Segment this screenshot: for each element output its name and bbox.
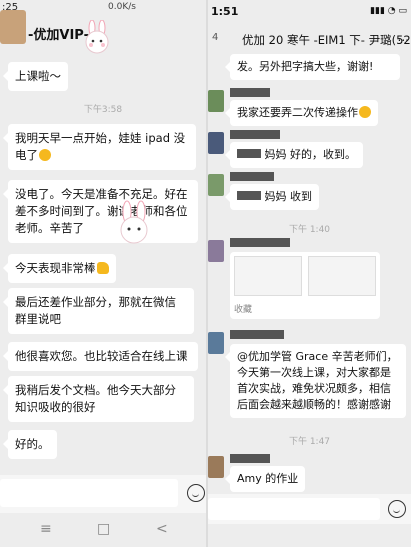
bunny-sticker-icon [120, 200, 148, 244]
menu-nav-icon[interactable]: ≡ [40, 521, 52, 537]
input-bar [0, 475, 206, 513]
avatar[interactable] [208, 174, 224, 196]
sender-name [230, 130, 280, 142]
message-input[interactable] [208, 498, 380, 520]
message-input[interactable] [0, 479, 178, 507]
message-bubble[interactable]: @优加学管 Grace 辛苦老师们，今天第一次线上课，对大家都是首次实战，难免状… [225, 344, 406, 418]
message-bubble[interactable]: 我家还要弄二次传递操作 [225, 100, 378, 126]
message-bubble[interactable]: 我明天早一点开始，娃娃 ipad 没电了 [3, 124, 196, 170]
message-text: 妈妈 好的，收到。 [264, 148, 357, 161]
avatar[interactable] [208, 90, 224, 112]
sender-name [230, 238, 290, 250]
chat-title: 优加 20 寒午 -EIM1 下- 尹璐(52) [242, 33, 411, 47]
left-chat-pane: :25 0.0K/s -优加VIP- 上课啦～ 下午3:58 我明天早一点开始，… [0, 0, 206, 547]
message-text: 没电了。今天是准备不充足。好在差不多时间到了。谢谢老师和各位老师。辛苦了 [15, 187, 188, 235]
message-bubble[interactable]: 他很喜欢您。也比较适合在线上课 [3, 342, 198, 371]
emoji-icon [359, 106, 371, 118]
right-chat-pane: 1:51 ▮▮▮ ◔ ▭ 4 优加 20 寒午 -EIM1 下- 尹璐(52) … [206, 0, 411, 547]
message-text: 上课啦～ [15, 69, 61, 83]
message-bubble[interactable]: 最后还差作业部分，那就在微信群里说吧 [3, 288, 194, 334]
message-text: 今天表现非常棒 [15, 261, 96, 275]
message-text: 他很喜欢您。也比较适合在线上课 [15, 349, 188, 363]
favorite-label: 收藏 [234, 305, 253, 315]
more-icon[interactable]: ... [398, 30, 409, 44]
system-nav-bar: ≡ □ < [0, 513, 206, 547]
worksheet-thumbnails[interactable] [234, 256, 376, 296]
message-text: Amy 的作业 [237, 472, 299, 485]
avatar[interactable] [0, 10, 26, 44]
avatar[interactable] [208, 132, 224, 154]
thumbs-up-icon [96, 262, 109, 274]
emoji-icon [39, 149, 51, 161]
message-text: 好的。 [15, 437, 50, 451]
message-text: 最后还差作业部分，那就在微信群里说吧 [15, 295, 176, 326]
image-message-card[interactable]: 收藏 [230, 252, 380, 319]
message-bubble[interactable]: 妈妈 好的，收到。 [225, 142, 363, 168]
message-bubble[interactable]: 我稍后发个文档。他今天大部分知识吸收的很好 [3, 376, 194, 422]
network-speed: 0.0K/s [108, 2, 136, 12]
avatar[interactable] [208, 456, 224, 478]
status-bar: :25 0.0K/s [0, 0, 206, 16]
message-bubble[interactable]: 妈妈 收到 [225, 184, 319, 210]
status-time: 1:51 [211, 5, 239, 18]
message-bubble[interactable]: 今天表现非常棒 [3, 254, 116, 283]
message-text: 发。另外把字搞大些，谢谢! [237, 60, 374, 73]
message-bubble[interactable]: Amy 的作业 [224, 466, 306, 492]
avatar[interactable] [208, 240, 224, 262]
timestamp: 下午 1:47 [288, 437, 331, 447]
message-text: 我家还要弄二次传递操作 [237, 106, 358, 119]
sender-name [230, 330, 284, 342]
timestamp: 下午3:58 [83, 105, 123, 115]
chat-header: -优加VIP- [0, 10, 206, 54]
message-text: 我稍后发个文档。他今天大部分知识吸收的很好 [15, 383, 176, 414]
emoji-button-icon[interactable] [187, 484, 205, 502]
bunny-sticker-icon [85, 20, 109, 54]
home-nav-icon[interactable]: □ [97, 521, 110, 537]
avatar[interactable] [208, 332, 224, 354]
message-bubble[interactable]: 没电了。今天是准备不充足。好在差不多时间到了。谢谢老师和各位老师。辛苦了 [3, 180, 198, 243]
chat-header: 4 优加 20 寒午 -EIM1 下- 尹璐(52) ... [208, 22, 411, 56]
message-bubble[interactable]: 上课啦～ [3, 62, 68, 91]
sender-name [230, 88, 270, 100]
message-bubble[interactable]: 发。另外把字搞大些，谢谢! [225, 54, 400, 80]
sender-name [230, 454, 270, 466]
back-nav-icon[interactable]: < [156, 521, 168, 537]
chat-title: -优加VIP- [28, 28, 89, 43]
emoji-button-icon[interactable] [388, 500, 406, 518]
status-bar: 1:51 ▮▮▮ ◔ ▭ [208, 0, 411, 22]
message-text: 妈妈 收到 [264, 190, 313, 203]
timestamp: 下午 1:40 [288, 225, 331, 235]
signal-wifi-battery-icon: ▮▮▮ ◔ ▭ [370, 6, 407, 16]
message-text: @优加学管 Grace 辛苦老师们，今天第一次线上课，对大家都是首次实战，难免状… [237, 350, 398, 411]
unread-badge[interactable]: 4 [212, 32, 218, 43]
input-bar [208, 494, 411, 524]
message-bubble[interactable]: 好的。 [3, 430, 57, 459]
sender-name [230, 172, 274, 184]
